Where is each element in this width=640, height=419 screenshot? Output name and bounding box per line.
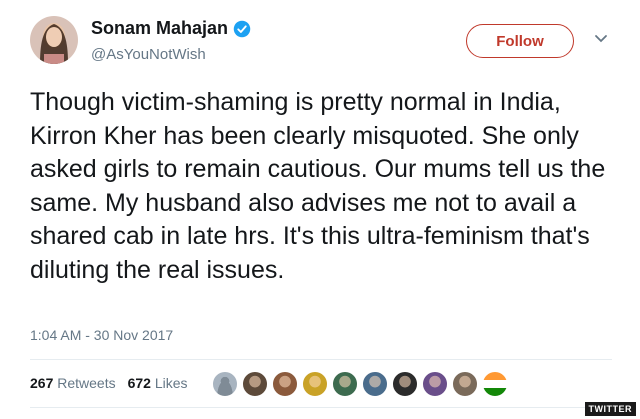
user-avatar-icon[interactable]: [332, 371, 358, 397]
retweets-label: Retweets: [57, 375, 116, 391]
user-avatar-icon[interactable]: [302, 371, 328, 397]
divider: [30, 407, 612, 408]
likes-count: 672: [127, 375, 151, 391]
likes-label: Likes: [154, 375, 188, 391]
profile-avatar[interactable]: [30, 16, 78, 64]
chevron-down-icon[interactable]: [594, 34, 608, 44]
user-name[interactable]: Sonam Mahajan: [91, 18, 228, 39]
user-avatar-icon[interactable]: [422, 371, 448, 397]
tweet-text: Though victim-shaming is pretty normal i…: [30, 88, 606, 284]
default-avatar-icon[interactable]: [212, 371, 238, 397]
verified-badge-icon: [233, 20, 251, 37]
profile-photo-icon: [30, 16, 78, 64]
user-name-row: Sonam Mahajan: [91, 18, 251, 39]
user-avatar-icon[interactable]: [362, 371, 388, 397]
retweets-count: 267: [30, 375, 54, 391]
follow-button[interactable]: Follow: [466, 24, 574, 58]
user-avatar-icon[interactable]: [392, 371, 418, 397]
divider: [30, 359, 612, 360]
liker-avatars: [212, 371, 512, 397]
flag-avatar-icon[interactable]: [482, 371, 508, 397]
engagement-stats: 267 Retweets 672 Likes: [30, 375, 188, 391]
brand-label: TWITTER: [584, 402, 636, 416]
user-avatar-icon[interactable]: [272, 371, 298, 397]
user-avatar-icon[interactable]: [452, 371, 478, 397]
user-handle[interactable]: @AsYouNotWish: [91, 46, 206, 63]
retweets-stat[interactable]: 267 Retweets: [30, 375, 116, 391]
likes-stat[interactable]: 672 Likes: [128, 375, 188, 391]
user-avatar-icon[interactable]: [242, 371, 268, 397]
tweet-timestamp[interactable]: 1:04 AM - 30 Nov 2017: [30, 327, 173, 343]
